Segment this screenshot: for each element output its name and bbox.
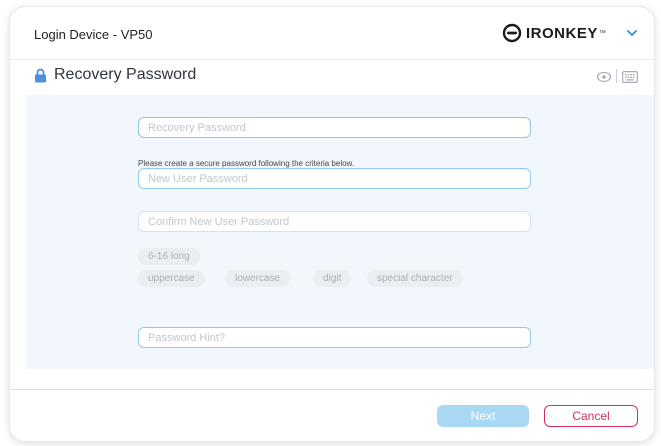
password-instructions: Please create a secure password followin… [138, 159, 355, 168]
keyboard-icon[interactable] [622, 71, 638, 83]
login-window: Login Device - VP50 IRONKEY ™ Recovery P… [9, 6, 655, 442]
cancel-button[interactable]: Cancel [544, 405, 638, 427]
criteria-uppercase-badge: uppercase [138, 270, 205, 287]
criteria-digit-badge: digit [313, 270, 352, 287]
ironkey-logo-icon [502, 23, 522, 43]
chevron-down-icon[interactable] [626, 28, 638, 38]
brand-logo: IRONKEY ™ [502, 21, 606, 45]
footer-divider [10, 389, 654, 390]
lock-icon [35, 68, 46, 83]
eye-icon[interactable] [596, 70, 612, 84]
criteria-length-badge: 6-16 long [138, 248, 200, 265]
criteria-lowercase-badge: lowercase [225, 270, 291, 287]
criteria-special-badge: special character [367, 270, 463, 287]
brand-name: IRONKEY [526, 24, 598, 42]
brand-trademark: ™ [598, 29, 606, 37]
confirm-password-input[interactable] [138, 211, 531, 232]
next-button[interactable]: Next [437, 405, 529, 427]
password-hint-input[interactable] [138, 327, 531, 348]
title-bar: Login Device - VP50 IRONKEY ™ [10, 7, 654, 59]
recovery-password-input[interactable] [138, 117, 531, 138]
window-title: Login Device - VP50 [34, 27, 153, 42]
section-title: Recovery Password [54, 66, 197, 83]
section-header: Recovery Password [10, 60, 654, 94]
form-panel: Please create a secure password followin… [26, 95, 654, 369]
icon-separator [616, 69, 617, 83]
new-password-input[interactable] [138, 168, 531, 189]
